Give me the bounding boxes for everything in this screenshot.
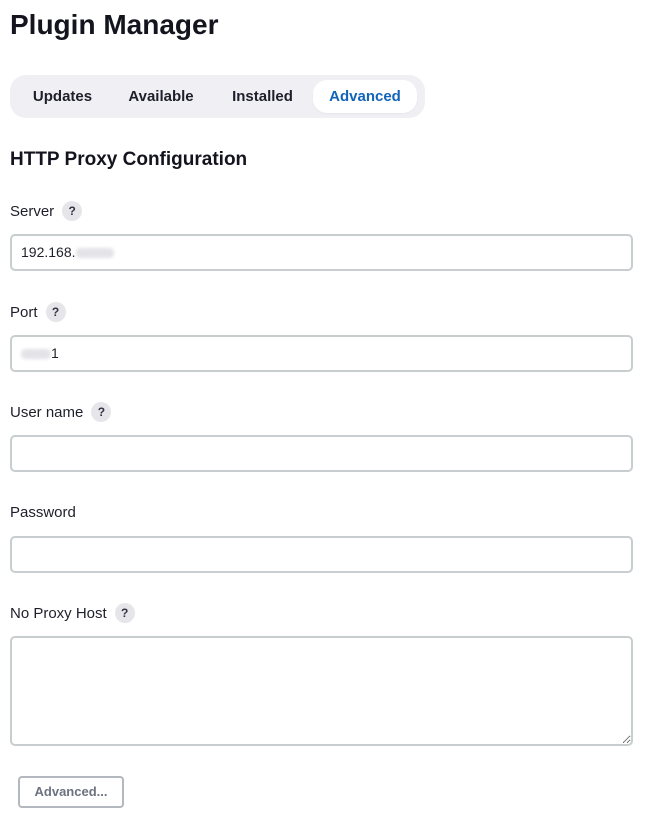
server-value-redaction [75,248,114,259]
username-input[interactable] [10,435,633,472]
no-proxy-host-label-row: No Proxy Host ? [10,603,135,623]
tab-installed[interactable]: Installed [212,80,313,113]
server-input[interactable]: 192.168. [10,234,633,271]
password-label-row: Password [10,504,76,521]
tab-bar: Updates Available Installed Advanced [10,75,425,118]
no-proxy-host-help-icon[interactable]: ? [114,603,135,623]
port-value: 1 [51,345,59,361]
no-proxy-host-label: No Proxy Host [10,604,107,622]
section-title: HTTP Proxy Configuration [10,149,248,170]
port-label: Port [10,303,38,321]
plugin-manager-page: Plugin Manager Updates Available Install… [0,0,646,818]
tab-available[interactable]: Available [110,80,212,113]
server-value: 192.168. [21,244,76,260]
port-value-redaction [21,349,51,360]
port-help-icon[interactable]: ? [45,302,66,322]
tab-updates[interactable]: Updates [15,80,110,113]
username-label-row: User name ? [10,402,112,422]
page-title: Plugin Manager [10,9,219,40]
server-label: Server [10,202,55,220]
advanced-button[interactable]: Advanced... [18,776,124,808]
username-label: User name [10,403,84,421]
server-help-icon[interactable]: ? [62,201,83,221]
username-help-icon[interactable]: ? [91,402,112,422]
no-proxy-host-textarea[interactable] [10,636,633,746]
server-label-row: Server ? [10,201,83,221]
tab-advanced[interactable]: Advanced [313,80,417,113]
password-label: Password [10,504,76,521]
port-label-row: Port ? [10,302,66,322]
port-input[interactable]: 1 [10,335,633,372]
password-input[interactable] [10,536,633,573]
